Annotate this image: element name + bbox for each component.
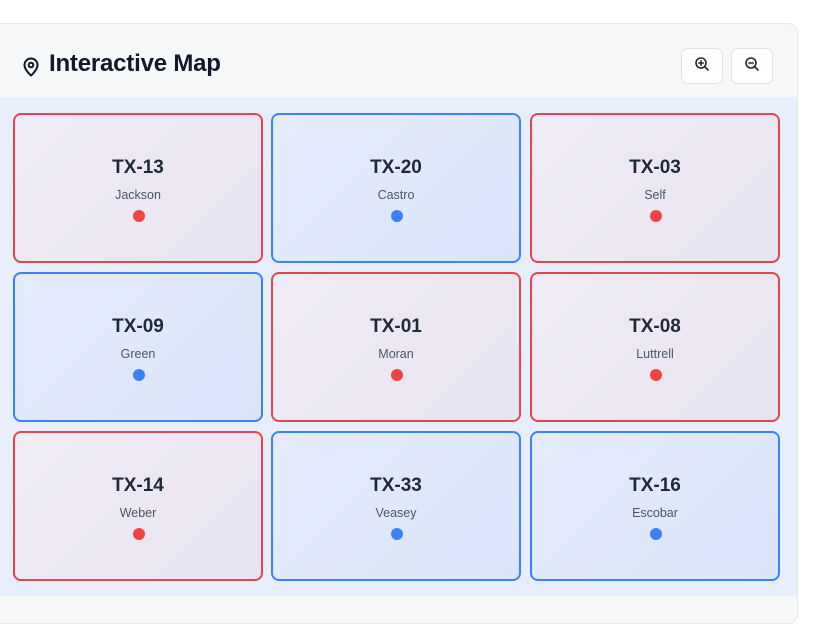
page-title: Interactive Map bbox=[49, 50, 221, 77]
district-tile[interactable]: TX-01 Moran bbox=[271, 272, 521, 422]
map-header: Interactive Map bbox=[0, 24, 797, 97]
district-tile[interactable]: TX-33 Veasey bbox=[271, 431, 521, 581]
party-indicator bbox=[391, 210, 403, 222]
district-tile[interactable]: TX-09 Green bbox=[13, 272, 263, 422]
party-indicator bbox=[133, 528, 145, 540]
representative-name: Weber bbox=[119, 506, 157, 520]
district-code: TX-09 bbox=[112, 316, 164, 337]
party-indicator bbox=[391, 369, 403, 381]
map-grid: TX-13 Jackson TX-20 Castro TX-03 Self TX… bbox=[0, 97, 797, 596]
party-indicator bbox=[650, 210, 662, 222]
party-indicator bbox=[133, 210, 145, 222]
zoom-in-icon bbox=[694, 56, 710, 77]
party-indicator bbox=[650, 528, 662, 540]
district-tile[interactable]: TX-13 Jackson bbox=[13, 113, 263, 263]
zoom-out-button[interactable] bbox=[731, 48, 773, 84]
district-tile[interactable]: TX-20 Castro bbox=[271, 113, 521, 263]
district-code: TX-13 bbox=[112, 157, 164, 178]
representative-name: Veasey bbox=[375, 506, 417, 520]
district-tile[interactable]: TX-14 Weber bbox=[13, 431, 263, 581]
representative-name: Green bbox=[120, 347, 156, 361]
party-indicator bbox=[391, 528, 403, 540]
map-pin-icon bbox=[22, 57, 40, 77]
district-code: TX-16 bbox=[629, 475, 681, 496]
district-code: TX-14 bbox=[112, 475, 164, 496]
district-tile[interactable]: TX-03 Self bbox=[530, 113, 780, 263]
district-tile[interactable]: TX-08 Luttrell bbox=[530, 272, 780, 422]
zoom-out-icon bbox=[744, 56, 760, 77]
district-code: TX-20 bbox=[370, 157, 422, 178]
representative-name: Jackson bbox=[115, 188, 161, 202]
representative-name: Self bbox=[644, 188, 666, 202]
party-indicator bbox=[650, 369, 662, 381]
district-tile[interactable]: TX-16 Escobar bbox=[530, 431, 780, 581]
representative-name: Moran bbox=[378, 347, 414, 361]
representative-name: Escobar bbox=[632, 506, 678, 520]
representative-name: Castro bbox=[377, 188, 415, 202]
party-indicator bbox=[133, 369, 145, 381]
district-code: TX-33 bbox=[370, 475, 422, 496]
district-code: TX-03 bbox=[629, 157, 681, 178]
map-panel: Interactive Map TX-13 Jackson TX-20 Cast… bbox=[0, 23, 798, 624]
representative-name: Luttrell bbox=[636, 347, 674, 361]
district-code: TX-01 bbox=[370, 316, 422, 337]
district-code: TX-08 bbox=[629, 316, 681, 337]
zoom-in-button[interactable] bbox=[681, 48, 723, 84]
